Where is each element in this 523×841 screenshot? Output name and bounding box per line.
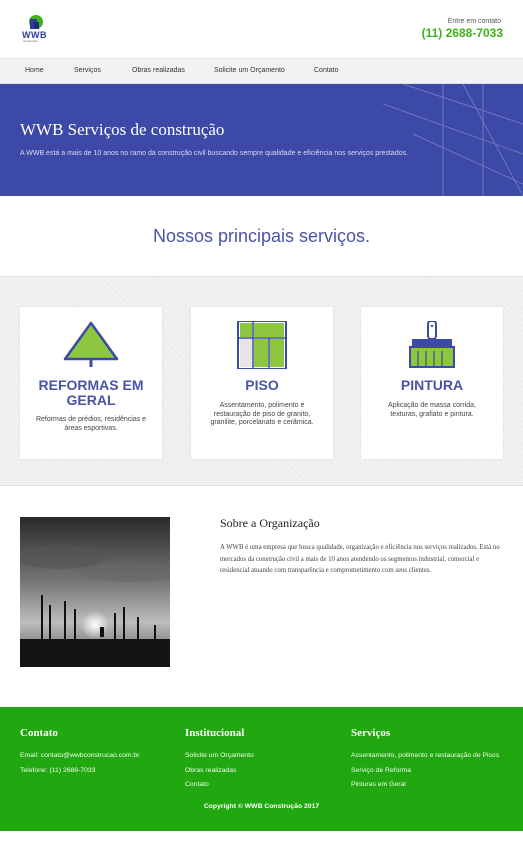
nav-item-obras-realizadas[interactable]: Obras realizadas — [132, 67, 185, 74]
hero-subtitle: A WWB está a mais de 10 anos no ramo da … — [20, 150, 408, 157]
service-card-pintura[interactable]: PINTURA Aplicação de massa corrida, text… — [361, 307, 503, 459]
site-header: WWB construção Entre em contato (11) 268… — [0, 0, 523, 58]
service-card-title: REFORMAS EM GERAL — [38, 377, 144, 408]
footer-services-column: Serviços Assentamento, polimento e resta… — [351, 727, 499, 793]
service-card-description: Assentamento, polimento e restauração de… — [210, 402, 314, 426]
site-footer: Contato Email: contato@wwbconstrucao.com… — [0, 707, 523, 831]
footer-institutional-title: Institucional — [185, 727, 245, 739]
trowel-icon — [63, 321, 119, 367]
service-card-reformas[interactable]: REFORMAS EM GERAL Reformas de prédios, r… — [20, 307, 162, 459]
nav-item-contato[interactable]: Contato — [314, 67, 339, 74]
nav-item-servicos[interactable]: Serviços — [74, 67, 101, 74]
about-title: Sobre a Organização — [220, 516, 320, 530]
hero-banner: WWB Serviços de construção A WWB está a … — [0, 84, 523, 196]
service-card-piso[interactable]: PISO Assentamento, polimento e restauraç… — [191, 307, 333, 459]
paint-brush-icon — [409, 321, 455, 368]
footer-link-pisos[interactable]: Assentamento, polimento e restauração de… — [351, 749, 499, 764]
construction-photo — [20, 517, 170, 667]
hero-title: WWB Serviços de construção — [20, 120, 225, 139]
footer-link-obras[interactable]: Obras realizadas — [185, 764, 254, 779]
main-nav: Home Serviços Obras realizadas Solicite … — [0, 58, 523, 84]
footer-email[interactable]: Email: contato@wwbconstrucao.com.br — [20, 749, 139, 764]
nav-item-solicite-orcamento[interactable]: Solicite um Orçamento — [214, 67, 285, 74]
service-card-title: PINTURA — [400, 377, 464, 393]
about-text: A WWB é uma empresa que busca qualidade,… — [220, 544, 500, 575]
nav-item-home[interactable]: Home — [25, 67, 44, 74]
copyright: Copyright © WWB Construção 2017 — [203, 803, 320, 810]
contact-phone[interactable]: (11) 2688-7033 — [422, 26, 503, 40]
building-decoration — [383, 84, 523, 196]
footer-contact-column: Contato Email: contato@wwbconstrucao.com… — [20, 727, 139, 778]
service-card-description: Reformas de prédios, residências e áreas… — [35, 416, 147, 432]
tiles-icon — [237, 321, 287, 369]
contact-label: Entre em contato — [447, 18, 501, 25]
services-band: REFORMAS EM GERAL Reformas de prédios, r… — [0, 276, 523, 486]
footer-services-title: Serviços — [351, 727, 391, 739]
service-card-title: PISO — [245, 377, 279, 393]
logo-subtext: construção — [23, 39, 38, 43]
footer-institutional-column: Institucional Solicite um Orçamento Obra… — [185, 727, 254, 793]
footer-contact-title: Contato — [20, 727, 58, 739]
footer-link-pinturas[interactable]: Pinturas em Geral — [351, 778, 499, 793]
footer-link-contato[interactable]: Contato — [185, 778, 254, 793]
service-card-description: Aplicação de massa corrida, texturas, gr… — [388, 402, 476, 418]
footer-phone: Telefone: (11) 2688-7033 — [20, 766, 96, 774]
footer-link-reforma[interactable]: Serviço de Reforma — [351, 764, 499, 779]
footer-link-orcamento[interactable]: Solicite um Orçamento — [185, 749, 254, 764]
services-title: Nossos principais serviços. — [152, 226, 371, 246]
